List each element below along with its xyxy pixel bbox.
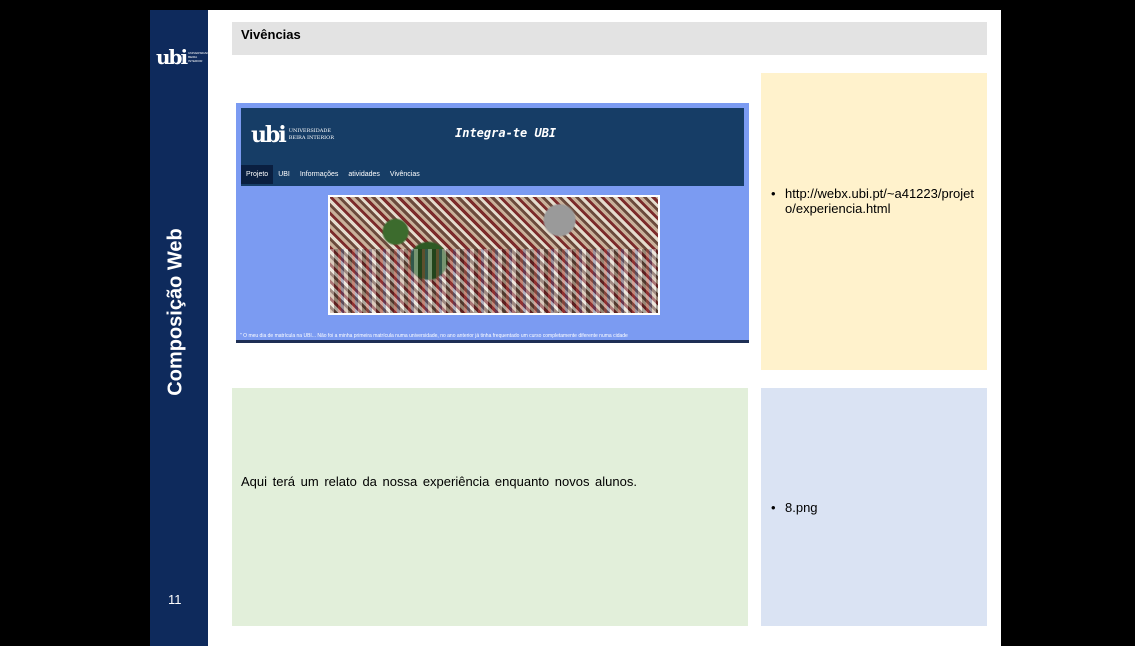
relato-box: Aqui terá um relato da nossa experiência… bbox=[232, 388, 748, 626]
ubi-logo-text: UNIVERSIDADE BEIRA INTERIOR bbox=[188, 51, 211, 63]
website-nav: Projeto UBI Informações atividades Vivên… bbox=[241, 165, 425, 184]
left-letterbox bbox=[0, 0, 150, 646]
nav-item-ubi[interactable]: UBI bbox=[273, 165, 295, 184]
crowd-photo-icon bbox=[328, 195, 660, 315]
bullet-icon: • bbox=[771, 186, 776, 201]
website-screenshot: ubi UNIVERSIDADE BEIRA INTERIOR Integra-… bbox=[236, 103, 749, 343]
slide-title: Vivências bbox=[241, 27, 301, 42]
website-logo: ubi UNIVERSIDADE BEIRA INTERIOR bbox=[251, 122, 334, 148]
relato-text: Aqui terá um relato da nossa experiência… bbox=[241, 474, 637, 489]
website-header: ubi UNIVERSIDADE BEIRA INTERIOR Integra-… bbox=[241, 108, 744, 186]
ubi-logo-mark: ubi bbox=[156, 45, 188, 69]
website-logo-mark: ubi bbox=[251, 122, 287, 148]
image-filename: 8.png bbox=[785, 500, 818, 515]
url-box: • http://webx.ubi.pt/~a41223/projeto/exp… bbox=[761, 73, 987, 370]
website-logo-text: UNIVERSIDADE BEIRA INTERIOR bbox=[288, 128, 334, 141]
nav-item-atividades[interactable]: atividades bbox=[343, 165, 385, 184]
image-box: • 8.png bbox=[761, 388, 987, 626]
sidebar-title: Composição Web bbox=[164, 228, 187, 396]
nav-item-vivencias[interactable]: Vivências bbox=[385, 165, 425, 184]
website-caption: " O meu dia de matrícula na UBI... Não f… bbox=[240, 333, 628, 339]
website-bottom-line bbox=[236, 340, 749, 343]
slide-title-bar: Vivências bbox=[232, 22, 987, 55]
top-letterbox bbox=[0, 0, 1135, 10]
right-letterbox bbox=[1001, 0, 1135, 646]
url-text: http://webx.ubi.pt/~a41223/projeto/exper… bbox=[785, 186, 974, 216]
website-title: Integra-te UBI bbox=[455, 126, 557, 140]
crowd-overlay bbox=[330, 249, 658, 313]
nav-item-projeto[interactable]: Projeto bbox=[241, 165, 274, 184]
nav-item-informacoes[interactable]: Informações bbox=[295, 165, 344, 184]
page-number: 11 bbox=[168, 592, 182, 607]
bullet-icon: • bbox=[771, 500, 776, 515]
ubi-logo: ubi UNIVERSIDADE BEIRA INTERIOR bbox=[156, 43, 211, 71]
